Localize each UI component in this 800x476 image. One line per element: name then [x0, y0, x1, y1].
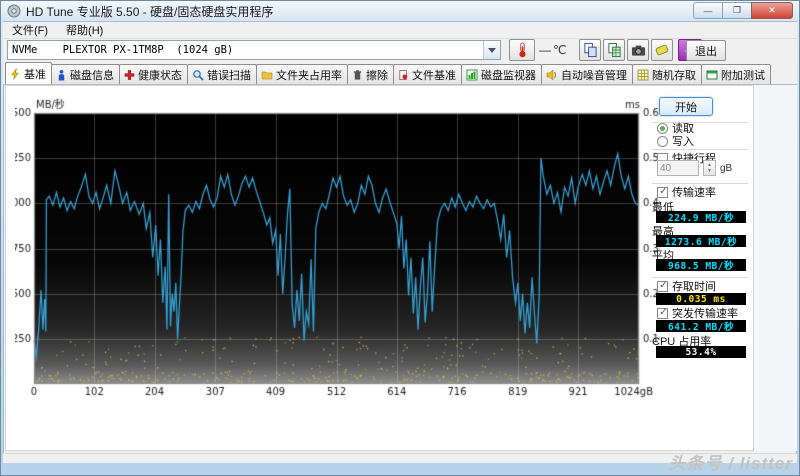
close-button[interactable]: ✕ [751, 2, 793, 19]
camera-icon [631, 43, 646, 58]
copy-screenshot-button[interactable] [579, 39, 601, 61]
erase-trash-icon [352, 69, 363, 81]
burst-rate-option[interactable]: 突发传输速率 [657, 307, 738, 319]
short-stroke-input[interactable] [657, 160, 699, 176]
app-icon [7, 4, 21, 18]
temperature-button[interactable] [509, 39, 535, 61]
chevron-down-icon[interactable] [483, 41, 500, 59]
transfer-rate-checkbox[interactable] [657, 187, 668, 198]
tab-random-access[interactable]: 随机存取 [632, 64, 702, 84]
short-stroke-unit: gB [720, 163, 732, 174]
tab-benchmark[interactable]: 基准 [5, 62, 52, 84]
toolbar: NVMe PLEXTOR PX-1TM8P (1024 gB) — ℃ [3, 39, 797, 63]
random-access-icon [637, 69, 649, 81]
folder-icon [261, 69, 273, 81]
access-time-option[interactable]: 存取时间 [657, 280, 716, 292]
screenshot-button[interactable] [627, 39, 649, 61]
drive-select-value: NVMe PLEXTOR PX-1TM8P (1024 gB) [8, 44, 483, 56]
menu-help[interactable]: 帮助(H) [57, 21, 112, 39]
save-button[interactable] [651, 39, 673, 61]
copy-table-icon [607, 42, 622, 58]
copy-pages-icon [583, 42, 598, 58]
max-value: 1273.6 MB/秒 [656, 235, 746, 247]
copy-data-button[interactable] [603, 39, 625, 61]
write-radio[interactable] [657, 136, 668, 147]
watermark: 头条号 / listter [669, 449, 793, 474]
aam-speaker-icon [546, 69, 558, 81]
extra-tests-icon [706, 69, 718, 81]
menu-file[interactable]: 文件(F) [3, 21, 57, 39]
read-radio[interactable] [657, 123, 668, 134]
menu-bar: 文件(F) 帮助(H) [3, 22, 797, 39]
tab-aam[interactable]: 自动噪音管理 [541, 64, 633, 84]
temperature-value: — [539, 43, 551, 57]
start-button[interactable]: 开始 [659, 97, 713, 116]
tab-error-scan[interactable]: 错误扫描 [187, 64, 257, 84]
avg-value: 968.5 MB/秒 [656, 259, 746, 271]
disk-monitor-icon [466, 69, 478, 81]
tab-file-benchmark[interactable]: 文件基准 [393, 64, 462, 84]
file-benchmark-icon [398, 69, 409, 81]
right-strip [754, 85, 797, 451]
app-window: HD Tune 专业版 5.50 - 硬盘/固态硬盘实用程序 — ❐ ✕ 文件(… [0, 0, 800, 476]
access-time-value: 0.035 ms [656, 293, 746, 305]
lightning-icon [10, 68, 21, 80]
tab-disk-monitor[interactable]: 磁盘监视器 [461, 64, 542, 84]
burst-rate-value: 641.2 MB/秒 [656, 320, 746, 332]
benchmark-chart [15, 97, 660, 399]
scan-magnifier-icon [192, 69, 204, 81]
tab-erase[interactable]: 擦除 [347, 64, 394, 84]
title-bar: HD Tune 专业版 5.50 - 硬盘/固态硬盘实用程序 — ❐ ✕ [1, 1, 799, 21]
drive-select[interactable]: NVMe PLEXTOR PX-1TM8P (1024 gB) [7, 40, 501, 60]
access-time-checkbox[interactable] [657, 281, 668, 292]
tab-health[interactable]: 健康状态 [119, 64, 188, 84]
maximize-button[interactable]: ❐ [722, 2, 751, 19]
transfer-rate-option[interactable]: 传输速率 [657, 186, 716, 198]
min-value: 224.9 MB/秒 [656, 211, 746, 223]
minimize-button[interactable]: — [693, 2, 722, 19]
save-file-icon [654, 42, 670, 58]
disk-info-icon [56, 69, 67, 81]
cpu-usage-value: 53.4% [656, 346, 746, 358]
write-option[interactable]: 写入 [657, 135, 694, 147]
health-cross-icon [124, 69, 135, 81]
tab-bar: 基准 磁盘信息 健康状态 错误扫描 文件夹占用率 擦除 文件基准 磁盘监视器 [3, 63, 797, 85]
window-title: HD Tune 专业版 5.50 - 硬盘/固态硬盘实用程序 [26, 3, 273, 20]
tab-disk-info[interactable]: 磁盘信息 [51, 64, 120, 84]
temperature-unit: ℃ [553, 43, 566, 57]
stepper-buttons[interactable]: ▲▼ [703, 160, 716, 176]
thermometer-icon [515, 42, 529, 58]
tab-folder-usage[interactable]: 文件夹占用率 [256, 64, 348, 84]
burst-rate-checkbox[interactable] [657, 308, 668, 319]
tab-extra-tests[interactable]: 附加测试 [701, 64, 771, 84]
exit-button[interactable]: 退出 [686, 40, 726, 61]
